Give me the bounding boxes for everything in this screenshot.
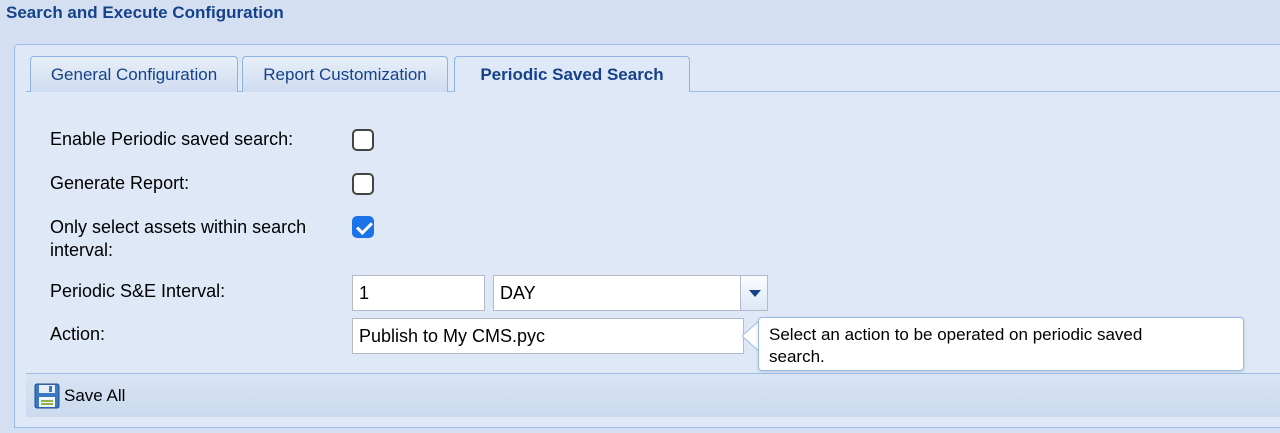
interval-unit-select[interactable]: DAY — [493, 275, 741, 311]
generate-report-label: Generate Report: — [50, 173, 190, 193]
action-tooltip: Select an action to be operated on perio… — [758, 317, 1244, 371]
tab-general-configuration[interactable]: General Configuration — [30, 56, 238, 92]
action-label: Action: — [50, 324, 106, 344]
bottom-toolbar — [26, 373, 1280, 417]
tab-periodic-saved-search[interactable]: Periodic Saved Search — [454, 56, 690, 93]
floppy-disk-icon — [34, 383, 60, 409]
panel-title: Search and Execute Configuration — [6, 3, 284, 22]
enable-periodic-label: Enable Periodic saved search: — [50, 129, 294, 149]
interval-unit-dropdown-trigger[interactable] — [740, 275, 768, 311]
tab-report-customization[interactable]: Report Customization — [242, 56, 448, 92]
save-all-button[interactable]: Save All — [34, 382, 131, 410]
action-input[interactable]: Publish to My CMS.pyc — [352, 318, 744, 354]
generate-report-checkbox[interactable] — [352, 173, 374, 195]
tooltip-text-line2: search. — [769, 347, 825, 366]
only-select-assets-checkbox[interactable] — [352, 216, 374, 238]
only-select-assets-label-line1: Only select assets within search — [50, 217, 307, 237]
enable-periodic-checkbox[interactable] — [352, 129, 374, 151]
interval-value-input[interactable]: 1 — [352, 275, 485, 311]
only-select-assets-label-line2: interval: — [50, 240, 114, 260]
save-all-label: Save All — [64, 386, 126, 405]
interval-label: Periodic S&E Interval: — [50, 281, 226, 301]
tab-bar: General Configuration Report Customizati… — [26, 56, 1280, 93]
tooltip-text-line1: Select an action to be operated on perio… — [769, 325, 1143, 344]
